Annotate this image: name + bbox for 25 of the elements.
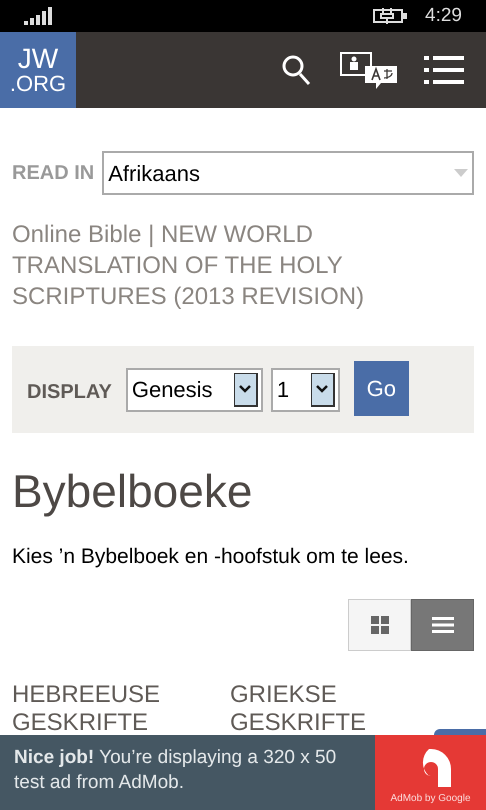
chapter-select[interactable]: 1 — [270, 368, 340, 412]
search-icon — [281, 54, 311, 86]
ad-banner[interactable]: Nice job! You’re displaying a 320 x 50 test ad from AdMob. AdMob by Google — [0, 735, 486, 810]
site-logo[interactable]: JW .ORG — [0, 32, 76, 108]
go-button[interactable]: Go — [354, 361, 409, 416]
signal-icon — [24, 7, 54, 25]
translate-icon — [340, 50, 398, 90]
page-heading: Bybelboeke — [12, 464, 254, 519]
ad-text: Nice job! You’re displaying a 320 x 50 test ad from AdMob. — [13, 746, 338, 795]
list-view-button[interactable] — [411, 598, 474, 650]
grid-view-button[interactable] — [348, 598, 411, 650]
book-select[interactable]: Genesis — [126, 368, 263, 412]
intro-text: Kies ’n Bybelboek en -hoofstuk om te lees. — [12, 544, 410, 570]
section-link[interactable]: HEBREEUSE GESKRIFTE — [12, 680, 230, 736]
menu-icon — [424, 56, 464, 84]
grid-icon — [370, 616, 388, 634]
list-icon — [432, 616, 454, 632]
clock-time: 4:29 — [425, 4, 462, 28]
ad-brand: AdMob by Google — [390, 792, 471, 806]
section-link[interactable]: GRIEKSE GESKRIFTE — [230, 680, 474, 736]
display-label: DISPLAY — [27, 380, 112, 405]
language-select[interactable]: Afrikaans — [102, 151, 474, 195]
read-in-label: READ IN — [12, 161, 94, 186]
dropdown-arrow-icon — [454, 169, 468, 177]
page-title: Online Bible | NEW WORLD TRANSLATION OF THE HOLY SCRIPTURES (2013 REVISION) — [12, 220, 366, 312]
